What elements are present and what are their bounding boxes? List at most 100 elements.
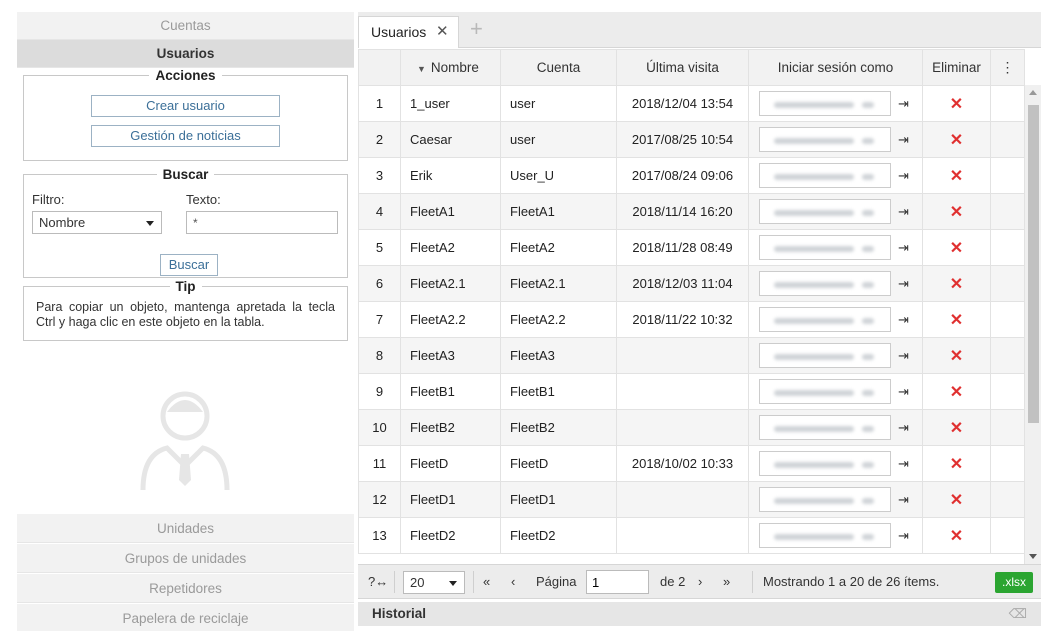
login-icon[interactable]: ⇥: [898, 204, 909, 220]
cuenta-cell[interactable]: FleetD2: [500, 517, 617, 554]
table-row[interactable]: 8 FleetA3 FleetA3 ⇥ ✕: [358, 337, 1025, 374]
nombre-cell[interactable]: FleetA2: [400, 229, 501, 266]
table-row[interactable]: 13 FleetD2 FleetD2 ⇥ ✕: [358, 517, 1025, 554]
delete-icon[interactable]: ✕: [922, 265, 991, 302]
login-icon[interactable]: ⇥: [898, 348, 909, 364]
scroll-up-icon[interactable]: [1029, 90, 1037, 95]
table-row[interactable]: 9 FleetB1 FleetB1 ⇥ ✕: [358, 373, 1025, 410]
cuenta-cell[interactable]: FleetD: [500, 445, 617, 482]
cuenta-cell[interactable]: FleetA3: [500, 337, 617, 374]
nombre-cell[interactable]: FleetA1: [400, 193, 501, 230]
tab-usuarios[interactable]: Usuarios ✕: [358, 16, 459, 48]
first-page-icon[interactable]: «: [483, 565, 490, 598]
nav-cuentas[interactable]: Cuentas: [17, 12, 354, 40]
table-row[interactable]: 6 FleetA2.1 FleetA2.1 2018/12/03 11:04 ⇥ ✕: [358, 265, 1025, 302]
nombre-cell[interactable]: FleetA2.1: [400, 265, 501, 302]
nombre-cell[interactable]: FleetD: [400, 445, 501, 482]
cuenta-cell[interactable]: FleetA1: [500, 193, 617, 230]
login-icon[interactable]: ⇥: [898, 420, 909, 436]
login-icon[interactable]: ⇥: [898, 168, 909, 184]
login-icon[interactable]: ⇥: [898, 132, 909, 148]
nombre-cell[interactable]: FleetD2: [400, 517, 501, 554]
login-as-select[interactable]: [759, 235, 891, 260]
login-as-select[interactable]: [759, 523, 891, 548]
table-row[interactable]: 4 FleetA1 FleetA1 2018/11/14 16:20 ⇥ ✕: [358, 193, 1025, 230]
cuenta-cell[interactable]: FleetA2.1: [500, 265, 617, 302]
delete-icon[interactable]: ✕: [922, 481, 991, 518]
texto-input[interactable]: [186, 211, 338, 234]
login-as-select[interactable]: [759, 127, 891, 152]
login-as-select[interactable]: [759, 379, 891, 404]
nav-unidades[interactable]: Unidades: [17, 514, 354, 543]
nav-papelera[interactable]: Papelera de reciclaje: [17, 604, 354, 631]
delete-icon[interactable]: ✕: [922, 229, 991, 266]
nombre-cell[interactable]: FleetD1: [400, 481, 501, 518]
cuenta-cell[interactable]: FleetD1: [500, 481, 617, 518]
scrollbar-thumb[interactable]: [1028, 105, 1039, 423]
column-menu-icon[interactable]: ⋮: [990, 49, 1025, 86]
cuenta-cell[interactable]: FleetB2: [500, 409, 617, 446]
cuenta-cell[interactable]: User_U: [500, 157, 617, 194]
login-as-select[interactable]: [759, 415, 891, 440]
table-row[interactable]: 1 1_user user 2018/12/04 13:54 ⇥ ✕: [358, 85, 1025, 122]
login-as-select[interactable]: [759, 199, 891, 224]
nombre-cell[interactable]: FleetA2.2: [400, 301, 501, 338]
nombre-cell[interactable]: Erik: [400, 157, 501, 194]
cuenta-cell[interactable]: FleetA2: [500, 229, 617, 266]
nav-grupos-unidades[interactable]: Grupos de unidades: [17, 544, 354, 573]
page-number-input[interactable]: [586, 570, 649, 594]
nav-usuarios[interactable]: Usuarios: [17, 40, 354, 68]
login-icon[interactable]: ⇥: [898, 492, 909, 508]
delete-icon[interactable]: ✕: [922, 373, 991, 410]
login-icon[interactable]: ⇥: [898, 312, 909, 328]
table-row[interactable]: 12 FleetD1 FleetD1 ⇥ ✕: [358, 481, 1025, 518]
close-icon[interactable]: ✕: [436, 17, 449, 47]
nombre-cell[interactable]: FleetA3: [400, 337, 501, 374]
login-as-select[interactable]: [759, 307, 891, 332]
historial-panel-header[interactable]: Historial ⌫: [358, 602, 1041, 626]
delete-icon[interactable]: ✕: [922, 121, 991, 158]
help-icon[interactable]: ?↔: [368, 565, 388, 598]
gestion-noticias-button[interactable]: Gestión de noticias: [91, 125, 280, 147]
login-icon[interactable]: ⇥: [898, 96, 909, 112]
table-row[interactable]: 11 FleetD FleetD 2018/10/02 10:33 ⇥ ✕: [358, 445, 1025, 482]
login-as-select[interactable]: [759, 451, 891, 476]
eraser-icon[interactable]: ⌫: [1009, 602, 1027, 626]
login-as-select[interactable]: [759, 91, 891, 116]
delete-icon[interactable]: ✕: [922, 409, 991, 446]
cuenta-cell[interactable]: FleetB1: [500, 373, 617, 410]
delete-icon[interactable]: ✕: [922, 301, 991, 338]
login-as-select[interactable]: [759, 163, 891, 188]
login-icon[interactable]: ⇥: [898, 528, 909, 544]
nombre-cell[interactable]: FleetB1: [400, 373, 501, 410]
delete-icon[interactable]: ✕: [922, 157, 991, 194]
nav-repetidores[interactable]: Repetidores: [17, 574, 354, 603]
crear-usuario-button[interactable]: Crear usuario: [91, 95, 280, 117]
nombre-cell[interactable]: 1_user: [400, 85, 501, 122]
last-page-icon[interactable]: »: [723, 565, 730, 598]
table-row[interactable]: 3 Erik User_U 2017/08/24 09:06 ⇥ ✕: [358, 157, 1025, 194]
delete-icon[interactable]: ✕: [922, 445, 991, 482]
login-as-select[interactable]: [759, 343, 891, 368]
export-xlsx-button[interactable]: .xlsx: [995, 572, 1033, 593]
login-as-select[interactable]: [759, 487, 891, 512]
delete-icon[interactable]: ✕: [922, 517, 991, 554]
prev-page-icon[interactable]: ‹: [511, 565, 515, 598]
login-icon[interactable]: ⇥: [898, 384, 909, 400]
login-icon[interactable]: ⇥: [898, 240, 909, 256]
cuenta-cell[interactable]: FleetA2.2: [500, 301, 617, 338]
table-row[interactable]: 5 FleetA2 FleetA2 2018/11/28 08:49 ⇥ ✕: [358, 229, 1025, 266]
delete-icon[interactable]: ✕: [922, 85, 991, 122]
cuenta-cell[interactable]: user: [500, 121, 617, 158]
scroll-down-icon[interactable]: [1029, 554, 1037, 559]
delete-icon[interactable]: ✕: [922, 337, 991, 374]
delete-icon[interactable]: ✕: [922, 193, 991, 230]
table-row[interactable]: 2 Caesar user 2017/08/25 10:54 ⇥ ✕: [358, 121, 1025, 158]
vertical-scrollbar[interactable]: [1024, 85, 1041, 564]
login-as-select[interactable]: [759, 271, 891, 296]
nombre-cell[interactable]: Caesar: [400, 121, 501, 158]
table-row[interactable]: 10 FleetB2 FleetB2 ⇥ ✕: [358, 409, 1025, 446]
login-icon[interactable]: ⇥: [898, 276, 909, 292]
page-size-select[interactable]: 20: [403, 571, 465, 594]
col-header-cuenta[interactable]: Cuenta: [500, 49, 617, 86]
